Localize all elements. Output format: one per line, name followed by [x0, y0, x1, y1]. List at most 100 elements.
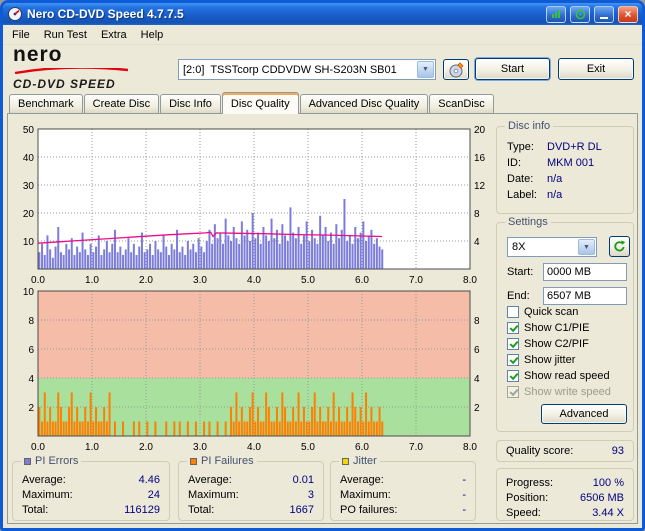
refresh-icon	[614, 240, 626, 252]
nero-swoosh	[14, 66, 129, 75]
header: nero CD-DVD SPEED [2:0] TSSTcorp CDDVDW …	[3, 43, 642, 92]
green-disc-icon	[575, 9, 585, 19]
svg-text:50: 50	[23, 125, 35, 136]
checkbox-box	[507, 386, 519, 398]
svg-text:7.0: 7.0	[409, 442, 423, 453]
checkbox-label: Show C1/PIE	[524, 322, 590, 334]
tab-strip: Benchmark Create Disc Disc Info Disc Qua…	[9, 92, 495, 114]
disc-id-row: ID: MKM 001	[507, 157, 595, 169]
scan-status-group: Progress: 100 % Position: 6506 MB Speed: 3.…	[496, 468, 634, 521]
disc-id-value: MKM 001	[547, 157, 595, 169]
svg-text:0.0: 0.0	[31, 442, 45, 453]
scan-end-field[interactable]	[543, 287, 627, 305]
tab-create-disc[interactable]: Create Disc	[83, 94, 160, 113]
checkbox-show-read-speed[interactable]: Show read speed	[507, 369, 610, 383]
jitter-average-value: -	[462, 473, 466, 486]
jitter-legend-swatch	[342, 457, 349, 465]
chevron-down-icon[interactable]: ▼	[578, 239, 595, 255]
minimize-button[interactable]	[594, 5, 614, 23]
svg-text:6: 6	[474, 345, 480, 356]
scan-start-field[interactable]	[543, 263, 627, 281]
svg-text:2.0: 2.0	[139, 275, 153, 286]
checkbox-show-jitter[interactable]: Show jitter	[507, 353, 575, 367]
tab-benchmark[interactable]: Benchmark	[9, 94, 83, 113]
svg-text:4: 4	[28, 374, 34, 385]
checkbox-label: Show write speed	[524, 386, 611, 398]
drive-select[interactable]: [2:0] TSSTcorp CDDVDW SH-S203N SB01 ▼	[178, 59, 436, 80]
disc-label-value: n/a	[547, 189, 563, 201]
nero-logo: nero CD-DVD SPEED	[13, 43, 173, 91]
svg-text:1.0: 1.0	[85, 275, 99, 286]
disc-date-value: n/a	[547, 173, 563, 185]
svg-text:6.0: 6.0	[355, 275, 369, 286]
titlebar-button-2[interactable]	[570, 5, 590, 23]
svg-text:2: 2	[28, 403, 34, 414]
menu-file[interactable]: File	[5, 26, 37, 44]
quality-score-label: Quality score:	[506, 445, 574, 457]
disc-quality-panel: 0.0 1.0 2.0 3.0 4.0 5.0 6.0 7.0 8.0 50 40 30 20 10 20 1…	[7, 113, 638, 524]
client-area: File Run Test Extra Help nero CD-DVD SPE…	[3, 25, 642, 528]
menu-run-test[interactable]: Run Test	[37, 26, 94, 44]
checkbox-show-c1-pie[interactable]: Show C1/PIE	[507, 321, 589, 335]
nero-brand-text: nero	[13, 43, 63, 66]
menu-bar: File Run Test Extra Help	[3, 25, 642, 45]
svg-text:12: 12	[474, 181, 486, 192]
window-title: Nero CD-DVD Speed 4.7.7.5	[27, 7, 184, 21]
disc-type-row: Type: DVD+R DL	[507, 141, 602, 153]
svg-text:5.0: 5.0	[301, 442, 315, 453]
svg-text:30: 30	[23, 181, 35, 192]
settings-title: Settings	[505, 216, 551, 228]
pi-errors-chart: 0.0 1.0 2.0 3.0 4.0 5.0 6.0 7.0 8.0 50 40 30 20 10 20 1…	[23, 125, 486, 286]
title-bar[interactable]: Nero CD-DVD Speed 4.7.7.5 ×	[3, 3, 642, 25]
advanced-button[interactable]: Advanced	[541, 404, 627, 424]
svg-text:7.0: 7.0	[409, 275, 423, 286]
progress-row: Progress: 100 %	[506, 476, 624, 489]
settings-group: Settings 8X ▼ Start: End: Quick scan Sho…	[496, 216, 634, 432]
pif-maximum-value: 3	[307, 488, 314, 501]
app-icon	[7, 6, 23, 22]
exit-button[interactable]: Exit	[558, 58, 634, 80]
tab-disc-info[interactable]: Disc Info	[160, 94, 221, 113]
jitter-group: Jitter Average: - Maximum: - PO failures: -	[330, 455, 476, 521]
checkbox-quick-scan[interactable]: Quick scan	[507, 305, 578, 319]
svg-text:20: 20	[23, 209, 35, 220]
pi-failures-chart: 0.0 1.0 2.0 3.0 4.0 5.0 6.0 7.0 8.0 10 8 6 4 2 8 6 4 2	[23, 287, 480, 453]
drive-select-value: [2:0] TSSTcorp CDDVDW SH-S203N SB01	[183, 63, 397, 76]
menu-extra[interactable]: Extra	[94, 26, 134, 44]
close-button[interactable]: ×	[618, 5, 638, 23]
checkbox-label: Quick scan	[524, 306, 579, 318]
svg-text:1.0: 1.0	[85, 442, 99, 453]
disc-info-title: Disc info	[505, 120, 554, 132]
svg-text:4.0: 4.0	[247, 442, 261, 453]
pi-errors-legend-swatch	[24, 457, 31, 465]
tab-disc-quality[interactable]: Disc Quality	[221, 92, 299, 114]
menu-help[interactable]: Help	[134, 26, 171, 44]
svg-text:3.0: 3.0	[193, 442, 207, 453]
svg-text:4: 4	[474, 237, 480, 248]
pi-failures-title: PI Failures	[201, 455, 254, 467]
speed-select[interactable]: 8X ▼	[507, 237, 597, 257]
pi-failures-legend-swatch	[190, 457, 197, 465]
pi-failures-group: PI Failures Average: 0.01 Maximum: 3 Total…	[178, 455, 324, 521]
chevron-down-icon[interactable]: ▼	[417, 61, 434, 78]
jitter-title: Jitter	[353, 455, 377, 467]
tab-advanced-disc-quality[interactable]: Advanced Disc Quality	[299, 94, 429, 113]
tab-scandisc[interactable]: ScanDisc	[429, 94, 494, 113]
minimize-icon	[600, 17, 608, 19]
nero-product-text: CD-DVD SPEED	[13, 77, 116, 91]
position-row: Position: 6506 MB	[506, 491, 624, 504]
pi-errors-group: PI Errors Average: 4.46 Maximum: 24 Total:…	[12, 455, 170, 521]
burn-settings-button[interactable]	[443, 59, 469, 80]
speed-row: Speed: 3.44 X	[506, 506, 624, 519]
close-icon: ×	[624, 7, 632, 21]
svg-text:20: 20	[474, 125, 486, 136]
checkbox-show-write-speed: Show write speed	[507, 385, 611, 399]
refresh-button[interactable]	[609, 236, 630, 257]
start-button[interactable]: Start	[475, 58, 550, 80]
checkbox-box	[507, 306, 519, 318]
disc-type-value: DVD+R DL	[547, 141, 602, 153]
checkbox-label: Show jitter	[524, 354, 576, 366]
checkbox-show-c2-pif[interactable]: Show C2/PIF	[507, 337, 589, 351]
titlebar-button-1[interactable]	[546, 5, 566, 23]
svg-text:4.0: 4.0	[247, 275, 261, 286]
